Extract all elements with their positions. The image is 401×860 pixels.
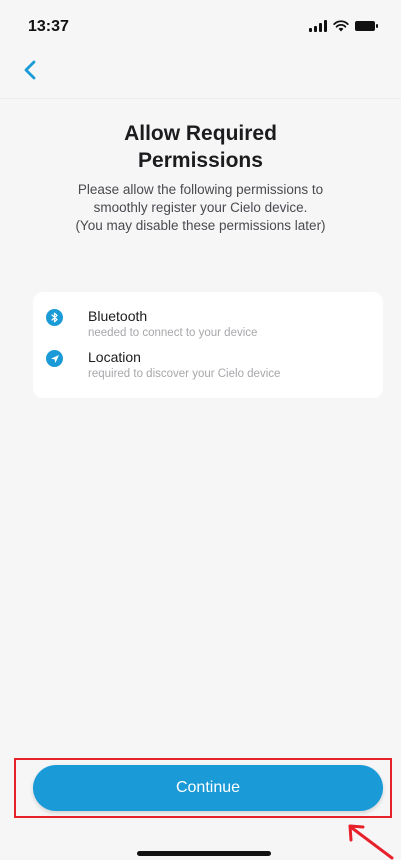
- status-icons: [309, 20, 378, 32]
- continue-button[interactable]: Continue: [33, 765, 383, 811]
- permission-title: Location: [88, 349, 141, 365]
- page-subtitle: Please allow the following permissions t…: [40, 181, 361, 235]
- permission-title: Bluetooth: [88, 308, 148, 324]
- subtitle-line-1: Please allow the following permissions t…: [77, 182, 324, 197]
- battery-icon: [355, 21, 378, 31]
- permission-description: required to discover your Cielo device: [88, 368, 281, 380]
- page-title-line-1: Allow Required: [124, 122, 277, 145]
- page-title-line-2: Permissions: [138, 149, 263, 172]
- permission-description: needed to connect to your device: [88, 327, 258, 339]
- permission-item-location: Location required to discover your Cielo…: [33, 349, 383, 389]
- chevron-left-icon: [24, 60, 36, 80]
- wifi-icon: [333, 20, 349, 32]
- continue-button-label: Continue: [175, 779, 241, 796]
- bluetooth-icon: [46, 309, 63, 326]
- permissions-card: Bluetooth needed to connect to your devi…: [33, 292, 383, 398]
- nav-divider: [0, 98, 401, 99]
- subtitle-line-3: (You may disable these permissions later…: [75, 218, 326, 233]
- status-time: 13:37: [28, 18, 69, 35]
- home-indicator[interactable]: [137, 851, 271, 856]
- cellular-signal-icon: [309, 20, 327, 32]
- page-title: Allow Required Permissions: [60, 120, 341, 174]
- subtitle-line-2: smoothly register your Cielo device.: [93, 200, 308, 215]
- back-button[interactable]: [18, 58, 42, 82]
- status-bar: 13:37: [0, 0, 401, 50]
- annotation-arrow-icon: [348, 824, 394, 860]
- location-arrow-icon: [46, 350, 63, 367]
- permission-item-bluetooth: Bluetooth needed to connect to your devi…: [33, 308, 383, 348]
